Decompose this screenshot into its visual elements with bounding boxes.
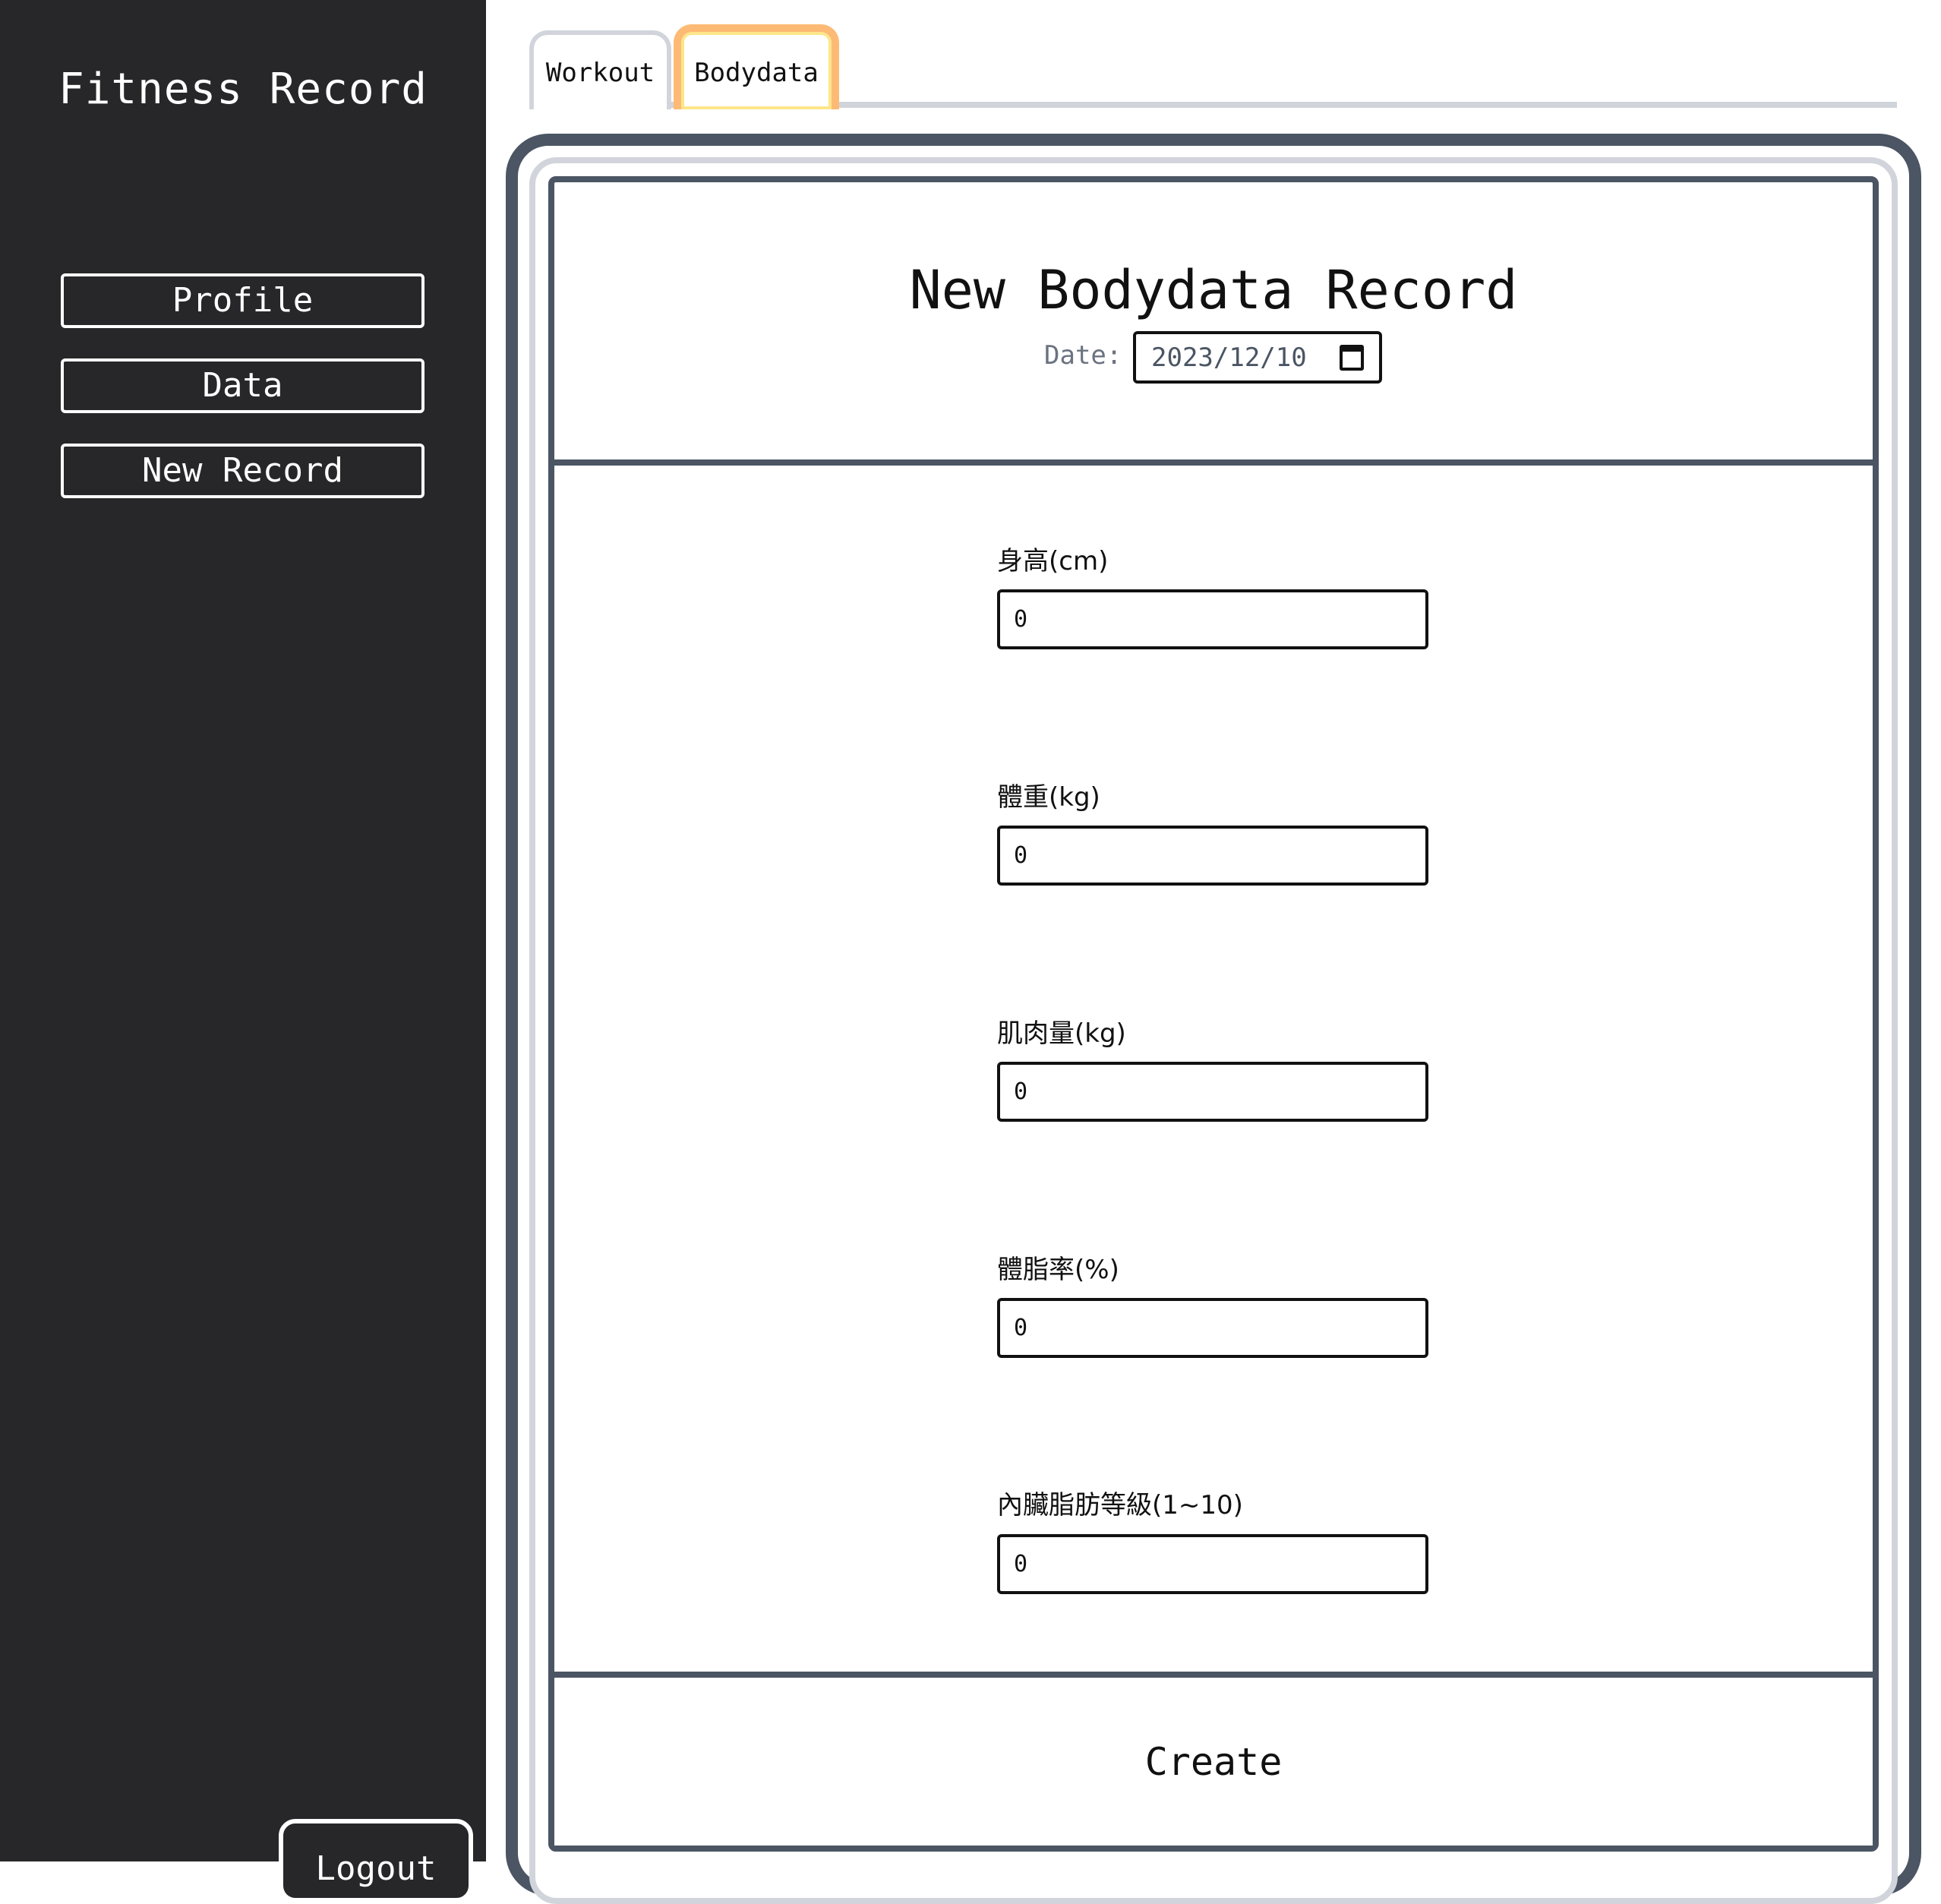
calendar-icon[interactable] — [1340, 344, 1364, 371]
height-label: 身高(cm) — [997, 546, 1109, 576]
form-title: New Bodydata Record — [909, 259, 1518, 321]
app-title: Fitness Record — [58, 65, 428, 114]
new-record-button[interactable]: New Record — [61, 444, 424, 498]
visceral-fat-input[interactable] — [997, 1534, 1428, 1594]
tab-workout[interactable]: Workout — [529, 30, 671, 109]
weight-label: 體重(kg) — [997, 782, 1100, 813]
logout-button[interactable]: Logout — [279, 1819, 473, 1902]
muscle-mass-input[interactable] — [997, 1062, 1428, 1122]
date-value: 2023/12/10 — [1151, 342, 1307, 373]
header-divider — [554, 459, 1873, 466]
profile-button[interactable]: Profile — [61, 273, 424, 328]
sidebar: Fitness Record Profile Data New Record L… — [0, 0, 486, 1902]
date-label: Date: — [1044, 340, 1122, 371]
bodydata-form-card — [548, 176, 1879, 1852]
weight-input[interactable] — [997, 826, 1428, 886]
footer-divider — [554, 1672, 1873, 1678]
height-input[interactable] — [997, 589, 1428, 649]
data-button[interactable]: Data — [61, 358, 424, 413]
body-fat-label: 體脂率(%) — [997, 1255, 1119, 1285]
date-input[interactable]: 2023/12/10 — [1133, 331, 1382, 384]
tab-bodydata[interactable]: Bodydata — [674, 24, 839, 109]
muscle-mass-label: 肌肉量(kg) — [997, 1018, 1126, 1049]
visceral-fat-label: 內臟脂肪等級(1~10) — [997, 1490, 1243, 1520]
create-button[interactable]: Create — [554, 1678, 1873, 1846]
body-fat-input[interactable] — [997, 1298, 1428, 1358]
